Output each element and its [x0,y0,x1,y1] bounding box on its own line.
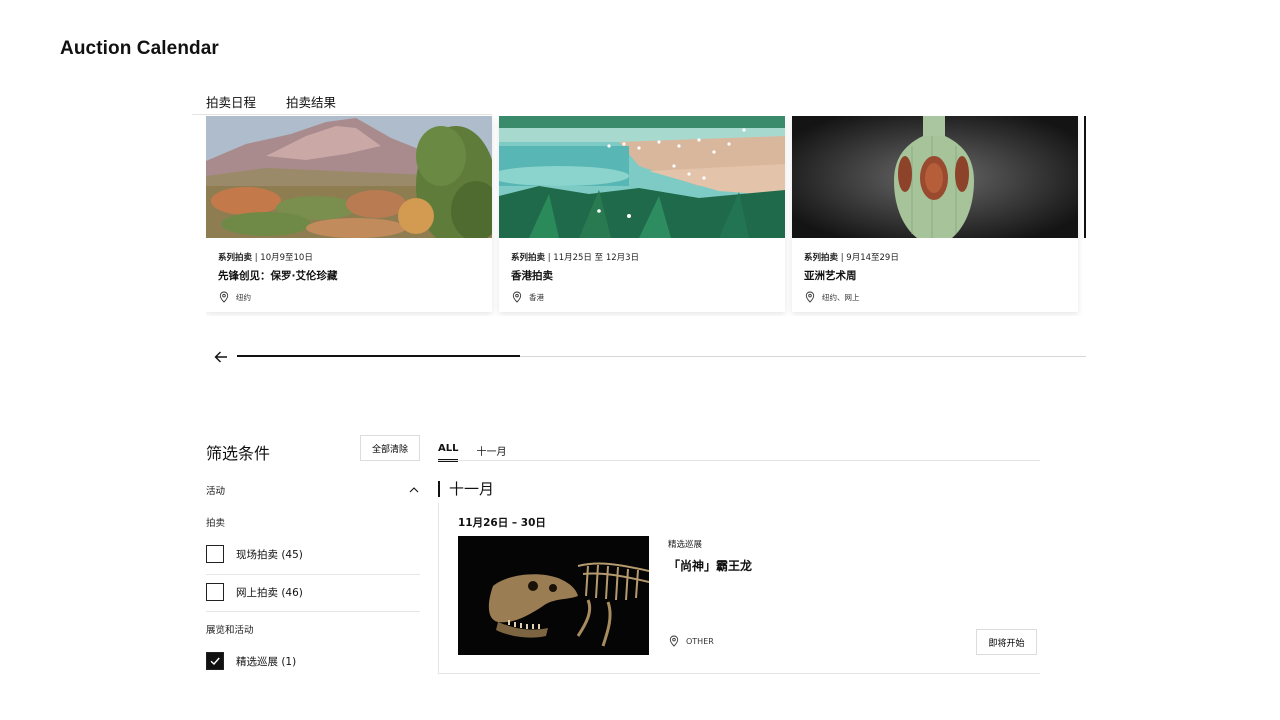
clear-all-button[interactable]: 全部清除 [360,435,420,461]
map-pin-icon [669,635,679,647]
card-meta-type: 系列拍卖 [218,253,253,263]
event-image-t-rex [458,536,649,655]
event-title[interactable]: 「尚神」霸王龙 [668,557,752,574]
activity-section-label: 活动 [206,486,226,497]
card-image-lake [499,116,785,238]
month-tabs-divider [438,460,1040,461]
month-heading: 十一月 [438,481,494,497]
divider [206,574,420,575]
auction-group-label: 拍卖 [206,518,226,529]
next-card-peek[interactable] [1084,116,1086,238]
checkbox-checked[interactable] [206,652,224,670]
map-pin-icon [219,291,229,303]
filter-option-label: 精选巡展 (1) [236,655,297,668]
carousel-progress-track[interactable] [237,355,1086,357]
event-listing[interactable]: 11月26日 – 30日 精选巡展 「尚神」霸王龙 OTHER 即将开始 [438,503,1040,674]
coming-soon-button[interactable]: 即将开始 [976,629,1037,655]
arrow-left-icon[interactable] [212,348,230,366]
auction-card[interactable]: 系列拍卖 | 10月9至10日 先锋创见：保罗·艾伦珍藏 纽约 [206,116,492,312]
card-title: 先锋创见：保罗·艾伦珍藏 [218,270,338,282]
card-location: 纽约 [236,292,251,302]
checkbox[interactable] [206,545,224,563]
map-pin-icon [805,291,815,303]
filter-featured-exhibition[interactable]: 精选巡展 (1) [206,652,420,670]
auction-card[interactable]: 系列拍卖 | 11月25日 至 12月3日 香港拍卖 香港 [499,116,785,312]
checkbox[interactable] [206,583,224,601]
card-image-landscape [206,116,492,238]
card-meta-type: 系列拍卖 [804,253,839,263]
map-pin-icon [512,291,522,303]
auction-carousel: 系列拍卖 | 10月9至10日 先锋创见：保罗·艾伦珍藏 纽约 系列拍卖 | 1… [206,116,1086,316]
activity-section-toggle[interactable]: 活动 [206,483,420,497]
carousel-progress-fill [237,355,520,357]
exhibit-group-label: 展览和活动 [206,625,254,636]
checkmark-icon [210,657,220,666]
event-type: 精选巡展 [668,540,703,550]
card-title: 香港拍卖 [511,270,553,282]
filter-option-label: 网上拍卖 (46) [236,586,303,599]
card-meta-dates: | 10月9至10日 [252,253,313,263]
filter-live-auction[interactable]: 现场拍卖 (45) [206,545,420,563]
card-meta-dates: | 11月25日 至 12月3日 [545,253,640,263]
divider [206,611,420,612]
card-image-vase [792,116,1078,238]
filter-option-label: 现场拍卖 (45) [236,548,303,561]
filter-title: 筛选条件 [206,444,271,463]
event-location: OTHER [686,636,714,646]
filter-online-auction[interactable]: 网上拍卖 (46) [206,583,420,601]
event-date: 11月26日 – 30日 [458,517,546,529]
chevron-up-icon [409,487,419,493]
page-title: Auction Calendar [60,38,219,59]
card-meta-dates: | 9月14至29日 [838,253,899,263]
tabs-divider [192,114,492,115]
card-location: 香港 [529,292,544,302]
card-location: 纽约、网上 [822,292,860,302]
card-meta-type: 系列拍卖 [511,253,546,263]
auction-card[interactable]: 系列拍卖 | 9月14至29日 亚洲艺术周 纽约、网上 [792,116,1078,312]
card-title: 亚洲艺术周 [804,270,857,282]
